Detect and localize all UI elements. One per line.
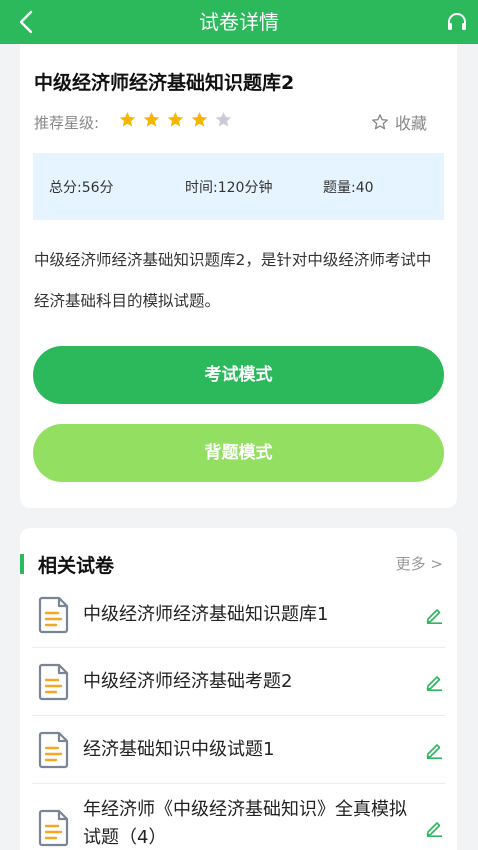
pencil-icon[interactable] bbox=[425, 819, 443, 837]
exam-description: 中级经济师经济基础知识题库2，是针对中级经济师考试中经济基础科目的模拟试题。 bbox=[34, 251, 432, 310]
pencil-icon[interactable] bbox=[425, 606, 443, 624]
pencil-icon[interactable] bbox=[425, 741, 443, 759]
related-paper-row[interactable]: 中级经济师经济基础知识题库1 bbox=[32, 582, 445, 648]
study-mode-button[interactable]: 背题模式 bbox=[33, 424, 444, 482]
star-filled-icon bbox=[143, 111, 160, 127]
related-papers-card: 相关试卷 更多 > 中级经济师经济基础知识题库1 中级经济师经济基础考题2 经济基础… bbox=[20, 528, 457, 850]
more-link[interactable]: 更多 > bbox=[396, 553, 443, 574]
related-paper-name: 中级经济师经济基础考题2 bbox=[83, 671, 293, 692]
star-filled-icon bbox=[167, 111, 184, 127]
rating-label: 推荐星级: bbox=[34, 114, 100, 132]
star-filled-icon bbox=[119, 111, 136, 127]
related-paper-name: 经济基础知识中级试题1 bbox=[83, 739, 275, 760]
exam-mode-button[interactable]: 考试模式 bbox=[33, 346, 444, 404]
section-accent-bar bbox=[20, 554, 24, 574]
related-paper-row[interactable]: 中级经济师经济基础考题2 bbox=[32, 648, 445, 716]
related-paper-row[interactable]: 年经济师《中级经济基础知识》全真模拟试题（4） bbox=[32, 784, 445, 850]
document-icon bbox=[38, 596, 69, 634]
exam-detail-card: 中级经济师经济基础知识题库2 推荐星级: 收藏 总分:56分 时间:120分钟 … bbox=[20, 44, 457, 508]
related-paper-name: 年经济师《中级经济基础知识》全真模拟试题（4） bbox=[83, 799, 407, 848]
document-icon bbox=[38, 663, 69, 701]
exam-title: 中级经济师经济基础知识题库2 bbox=[34, 72, 295, 94]
exam-info-box: 总分:56分 时间:120分钟 题量:40 bbox=[33, 153, 444, 220]
star-filled-icon bbox=[191, 111, 208, 127]
rating-stars bbox=[118, 110, 233, 132]
favorite-label: 收藏 bbox=[394, 114, 427, 133]
headset-icon[interactable] bbox=[446, 11, 468, 33]
favorite-button[interactable]: 收藏 bbox=[371, 110, 427, 134]
related-paper-row[interactable]: 经济基础知识中级试题1 bbox=[32, 716, 445, 784]
document-icon bbox=[38, 731, 69, 769]
related-section-title: 相关试卷 bbox=[38, 555, 115, 577]
page-title: 试卷详情 bbox=[199, 10, 279, 34]
pencil-icon[interactable] bbox=[425, 673, 443, 691]
top-bar: 试卷详情 bbox=[0, 0, 478, 44]
star-outline-icon bbox=[372, 114, 388, 130]
question-count: 题量:40 bbox=[323, 180, 374, 196]
star-empty-icon bbox=[215, 111, 232, 127]
document-icon bbox=[38, 809, 69, 847]
total-score: 总分:56分 bbox=[49, 180, 114, 196]
related-paper-name: 中级经济师经济基础知识题库1 bbox=[83, 604, 329, 625]
exam-time: 时间:120分钟 bbox=[185, 180, 273, 196]
